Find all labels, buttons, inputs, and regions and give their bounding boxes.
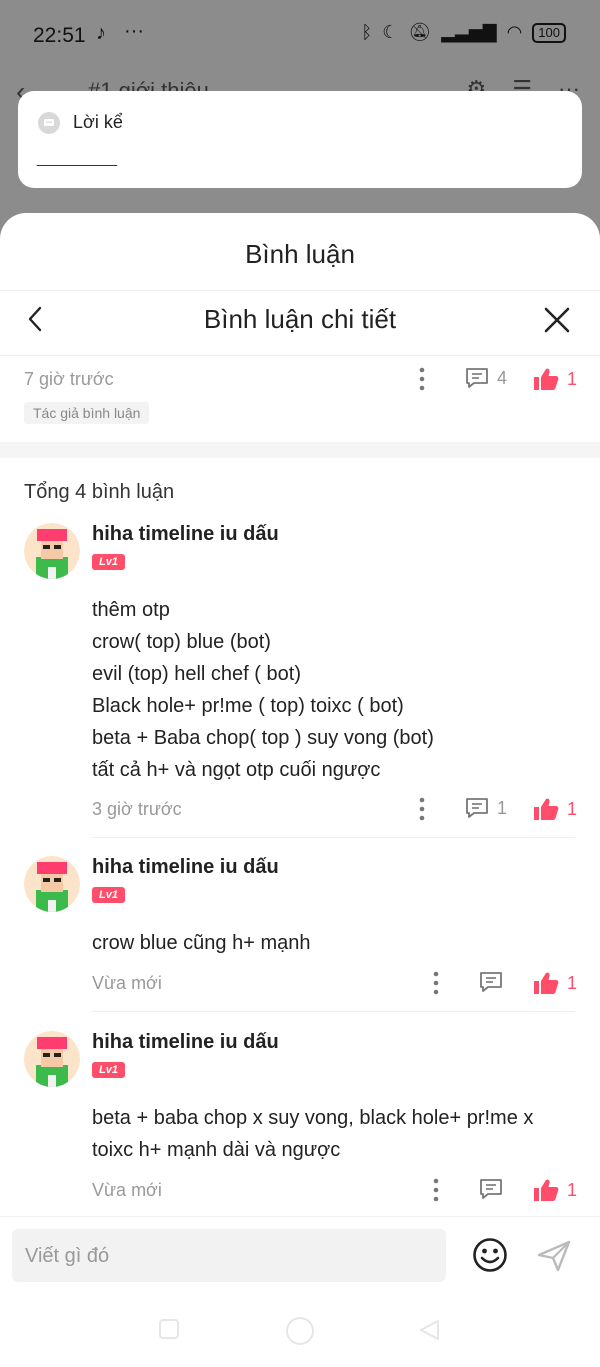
avatar[interactable] xyxy=(24,856,80,912)
avatar[interactable] xyxy=(24,523,80,579)
section-divider xyxy=(0,442,600,458)
comment-reply-button[interactable] xyxy=(479,971,503,993)
comment-reply-button[interactable]: 1 xyxy=(465,797,507,819)
comment-more-button[interactable] xyxy=(426,971,446,995)
close-button[interactable] xyxy=(543,306,571,334)
status-bar: 22:51 ♪ ··· ᛒ ☾ 🔕︎ ▂▃▅▇ ◠ 100 xyxy=(0,0,600,70)
parent-like-count: 1 xyxy=(567,368,578,389)
parent-reply-button[interactable]: 4 xyxy=(465,367,507,389)
author-comment-tag: Tác giả bình luận xyxy=(24,402,150,424)
narration-label: Lời kể xyxy=(73,112,123,132)
comment-like-button[interactable]: 1 xyxy=(533,1178,577,1202)
detail-title: Bình luận chi tiết xyxy=(203,304,397,334)
narration-card xyxy=(18,91,582,188)
comment-like-button[interactable]: 1 xyxy=(533,971,577,995)
comment-icon xyxy=(480,972,502,992)
signal-icon: ▂▃▅▇ xyxy=(441,22,497,42)
comment-separator xyxy=(92,1011,575,1012)
total-comments-label: Tổng 4 bình luận xyxy=(24,481,175,503)
more-notifications-icon: ··· xyxy=(124,20,144,42)
emoji-icon[interactable] xyxy=(472,1237,508,1273)
comment-line: toixc h+ mạnh dài và ngược xyxy=(92,1139,341,1161)
comment-input-placeholder[interactable]: Viết gì đó xyxy=(25,1245,109,1268)
comment-time: Vừa mới xyxy=(92,1180,162,1200)
wifi-icon: ◠ xyxy=(506,22,523,42)
parent-like-button[interactable]: 1 xyxy=(533,367,577,391)
bluetooth-icon: ᛒ xyxy=(361,22,373,42)
status-time: 22:51 xyxy=(33,24,86,47)
comment-line: crow blue cũng h+ mạnh xyxy=(92,932,311,954)
comment-like-count: 1 xyxy=(567,1179,578,1200)
comment-icon xyxy=(466,368,488,388)
thumbs-up-icon xyxy=(534,972,559,994)
comment-icon xyxy=(466,798,488,818)
avatar[interactable] xyxy=(24,1031,80,1087)
comment-line: evil (top) hell chef ( bot) xyxy=(92,663,301,685)
comment-icon xyxy=(480,1179,502,1199)
comment-like-button[interactable]: 1 xyxy=(533,797,577,821)
send-icon[interactable] xyxy=(536,1238,572,1274)
battery-icon: 100 xyxy=(532,22,566,43)
comment-more-button[interactable] xyxy=(426,1178,446,1202)
status-icons: ᛒ ☾ 🔕︎ ▂▃▅▇ ◠ 100 xyxy=(361,22,566,43)
comment-separator xyxy=(92,837,575,838)
comment-like-count: 1 xyxy=(567,798,578,819)
comment-like-count: 1 xyxy=(567,972,578,993)
comment-username[interactable]: hiha timeline iu dấu xyxy=(92,856,279,879)
level-badge: Lv1 xyxy=(92,554,125,570)
comment-time: Vừa mới xyxy=(92,973,162,993)
comment-line: thêm otp xyxy=(92,599,170,621)
comment-line: Black hole+ pr!me ( top) toixc ( bot) xyxy=(92,695,404,717)
recent-apps-icon[interactable] xyxy=(158,1318,180,1340)
level-badge: Lv1 xyxy=(92,887,125,903)
comment-line: beta + baba chop x suy vong, black hole+… xyxy=(92,1107,534,1129)
comment-time: 3 giờ trước xyxy=(92,799,182,819)
tiktok-icon: ♪ xyxy=(96,22,106,44)
level-badge: Lv1 xyxy=(92,1062,125,1078)
narration-text: __________ xyxy=(37,150,117,167)
comment-line: beta + Baba chop( top ) suy vong (bot) xyxy=(92,727,434,749)
parent-more-button[interactable] xyxy=(412,367,432,391)
thumbs-up-icon xyxy=(534,1179,559,1201)
comment-body: beta + baba chop x suy vong, black hole+… xyxy=(92,1102,533,1166)
home-icon[interactable] xyxy=(285,1316,315,1346)
narration-icon xyxy=(38,112,60,134)
comment-reply-count: 1 xyxy=(497,797,508,818)
back-nav-icon[interactable] xyxy=(418,1318,442,1342)
comment-more-button[interactable] xyxy=(412,797,432,821)
comment-username[interactable]: hiha timeline iu dấu xyxy=(92,1031,279,1054)
comment-username[interactable]: hiha timeline iu dấu xyxy=(92,523,279,546)
comment-body: crow blue cũng h+ mạnh xyxy=(92,927,310,959)
parent-comment-time: 7 giờ trước xyxy=(24,369,114,389)
system-nav-bar xyxy=(0,1296,600,1367)
thumbs-up-icon xyxy=(534,368,559,390)
comment-body: thêm otp crow( top) blue (bot) evil (top… xyxy=(92,594,434,786)
moon-icon: ☾ xyxy=(382,22,399,42)
sheet-title: Bình luận xyxy=(245,239,355,269)
parent-reply-count: 4 xyxy=(497,367,508,388)
comment-line: crow( top) blue (bot) xyxy=(92,631,271,653)
comment-line: tất cả h+ và ngọt otp cuối ngược xyxy=(92,759,381,781)
mute-icon: 🔕︎ xyxy=(408,22,432,42)
comment-reply-button[interactable] xyxy=(479,1178,503,1200)
thumbs-up-icon xyxy=(534,798,559,820)
